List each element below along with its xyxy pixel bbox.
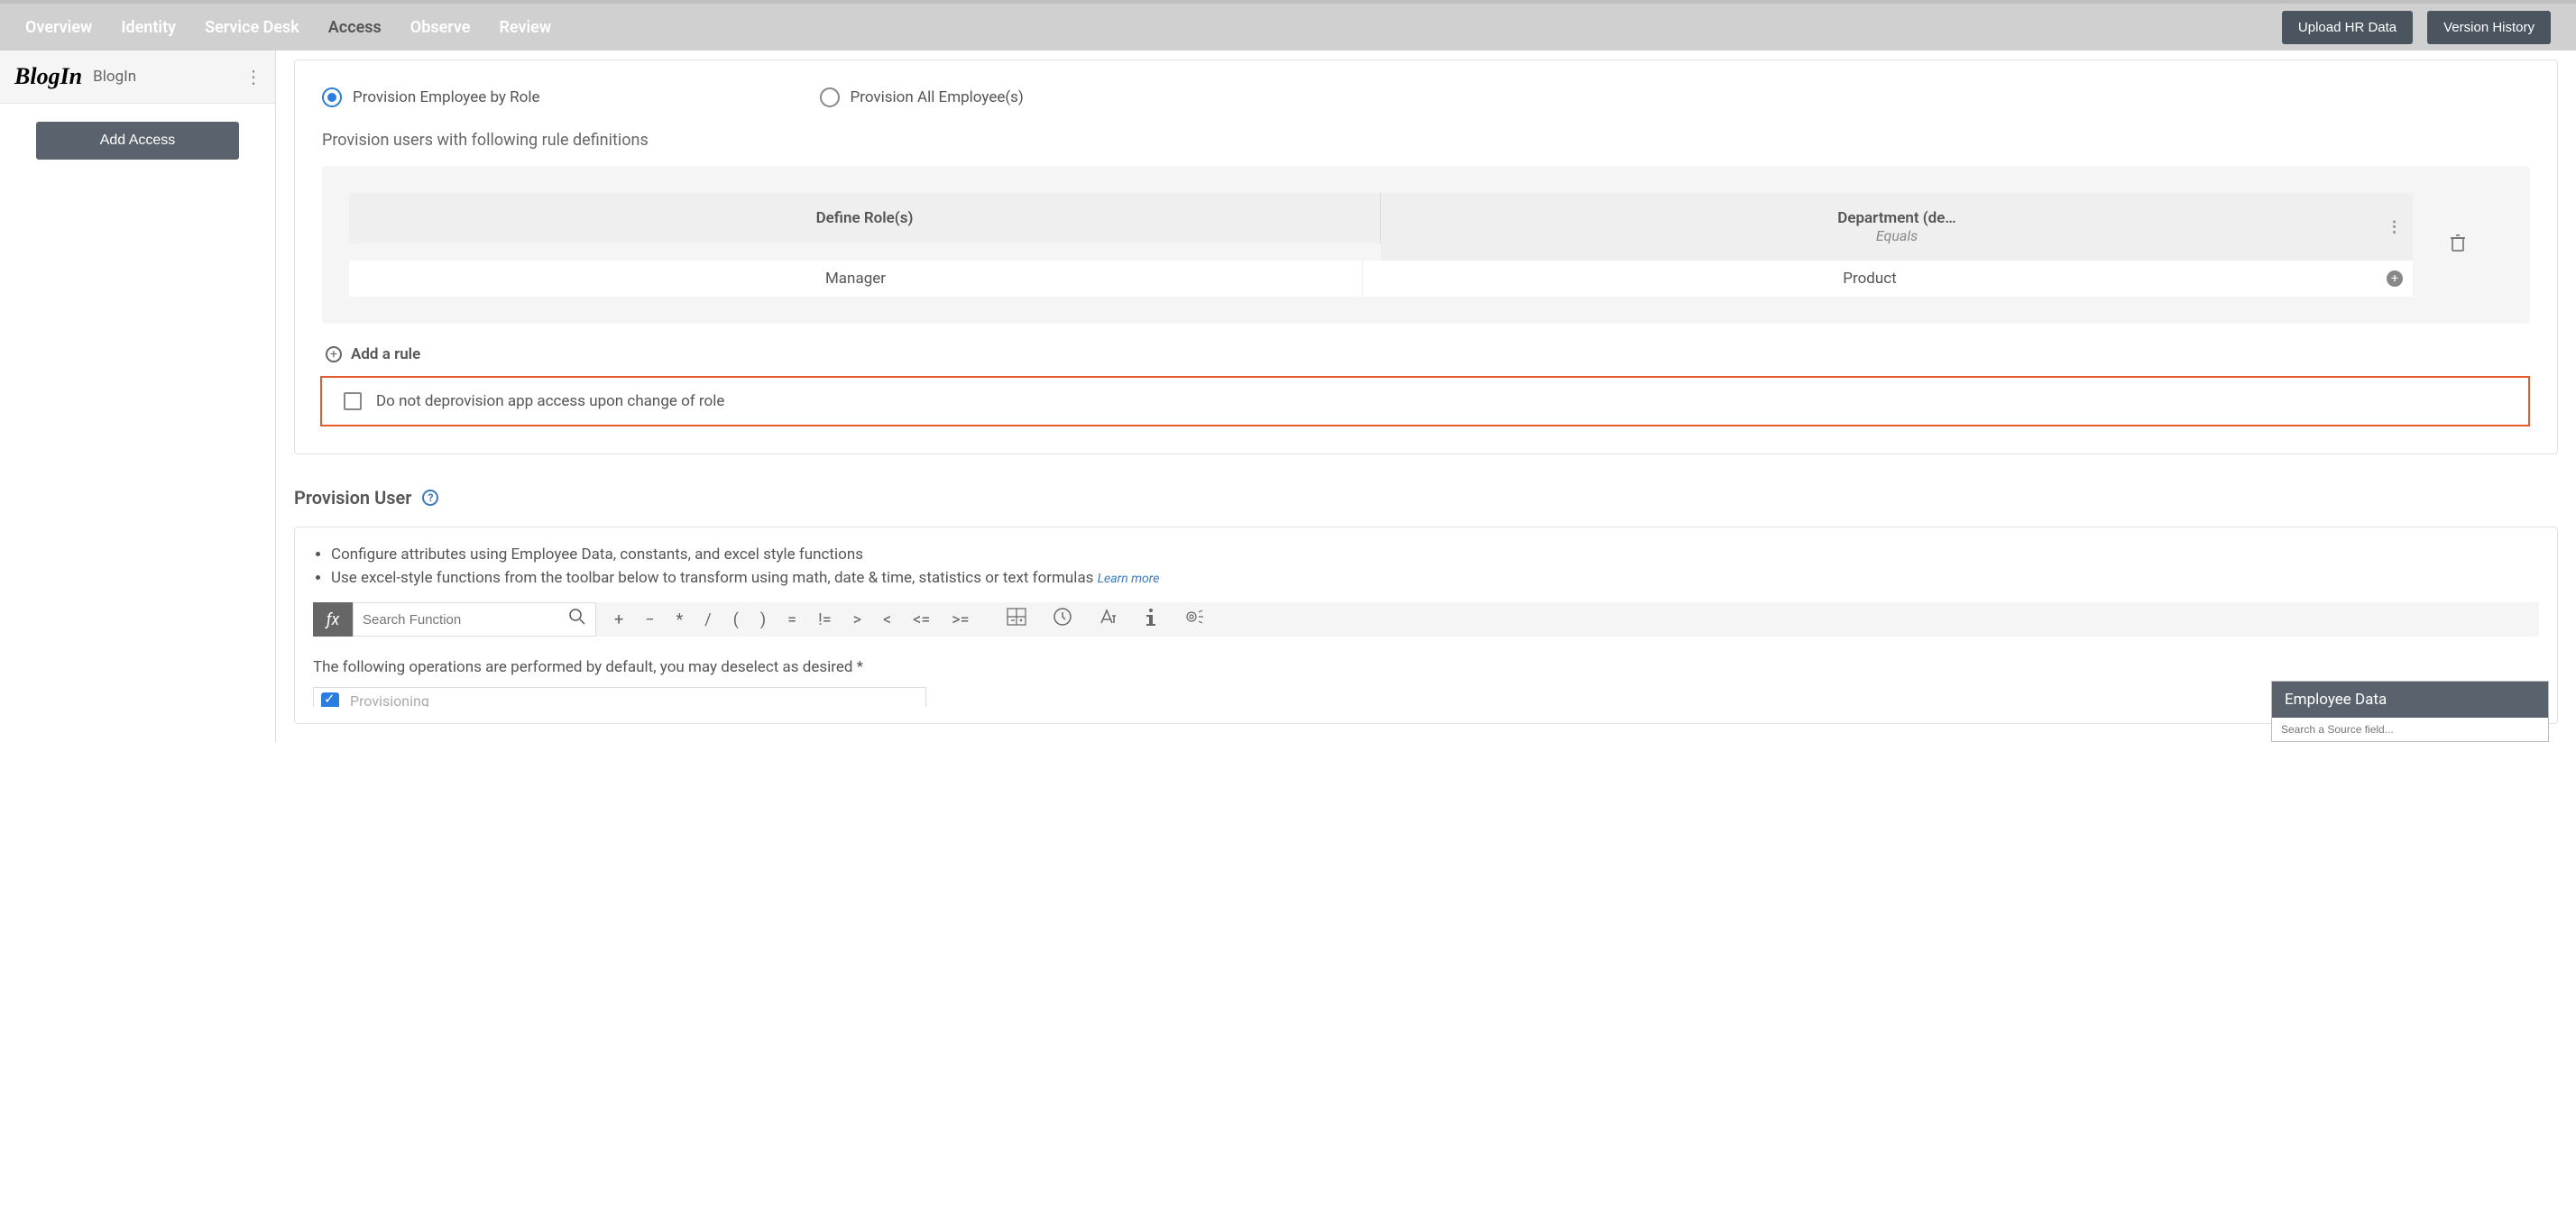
department-value-text: Product [1843, 270, 1896, 288]
add-condition-column: + [2377, 261, 2413, 297]
function-search-box [353, 602, 596, 637]
op-divide[interactable]: / [704, 610, 711, 629]
provision-rules-panel: Provision Employee by Role Provision All… [294, 60, 2558, 454]
tab-overview[interactable]: Overview [25, 5, 92, 50]
info-icon[interactable] [1143, 607, 1159, 632]
op-lte[interactable]: <= [913, 610, 930, 629]
employee-data-panel: Employee Data [2271, 681, 2549, 742]
provision-user-section-title: Provision User ? [294, 487, 2558, 509]
sidebar-kebab-icon[interactable]: ⋮ [244, 66, 261, 87]
provision-user-panel: Configure attributes using Employee Data… [294, 527, 2558, 724]
add-access-button[interactable]: Add Access [36, 122, 239, 160]
fx-icon[interactable]: ƒx [313, 602, 353, 637]
help-icon[interactable]: ? [422, 490, 438, 506]
learn-more-link[interactable]: Learn more [1098, 572, 1160, 586]
provisioning-label: Provisioning [350, 692, 429, 707]
add-rule-label: Add a rule [351, 345, 420, 363]
employee-data-header: Employee Data [2272, 682, 2548, 718]
app-name-label: BlogIn [93, 68, 136, 86]
math-icon[interactable] [1006, 607, 1027, 632]
op-gte[interactable]: >= [952, 610, 969, 629]
employee-data-search-input[interactable] [2272, 718, 2548, 741]
op-multiply[interactable]: * [676, 610, 684, 629]
function-toolbar: ƒx + − * / ( ) = != > < [313, 602, 2539, 637]
function-search-input[interactable] [363, 612, 568, 628]
radio-provision-all[interactable]: Provision All Employee(s) [820, 87, 1024, 107]
sidebar-body: Add Access [0, 104, 275, 178]
delete-rule-column [2413, 193, 2503, 297]
add-condition-icon[interactable]: + [2387, 270, 2403, 287]
department-header-text: Department (de… [1837, 209, 1955, 227]
plus-circle-icon: + [326, 346, 342, 362]
instruction-item: Configure attributes using Employee Data… [331, 544, 2539, 567]
tab-access[interactable]: Access [328, 5, 382, 50]
op-gt[interactable]: > [853, 610, 861, 629]
settings-icon[interactable] [1184, 607, 1206, 632]
clock-icon[interactable] [1053, 607, 1072, 632]
department-operator-text: Equals [1837, 227, 1955, 244]
deprovision-checkbox-label: Do not deprovision app access upon chang… [376, 392, 724, 410]
provision-mode-radios: Provision Employee by Role Provision All… [322, 87, 2530, 107]
radio-label: Provision All Employee(s) [851, 88, 1024, 106]
rule-department-value[interactable]: Product [1363, 261, 2377, 297]
search-icon[interactable] [568, 608, 586, 631]
page-layout: BlogIn BlogIn ⋮ Add Access Provision Emp… [0, 50, 2576, 742]
op-plus[interactable]: + [614, 610, 623, 629]
version-history-button[interactable]: Version History [2427, 11, 2551, 44]
highlighted-checkbox-section: Do not deprovision app access upon chang… [320, 376, 2530, 426]
rule-col-roles-header: Define Role(s) [349, 193, 1381, 243]
add-rule-button[interactable]: + Add a rule [326, 345, 2530, 363]
tab-review[interactable]: Review [499, 5, 551, 50]
sidebar-header: BlogIn BlogIn ⋮ [0, 50, 275, 104]
op-neq[interactable]: != [818, 610, 832, 629]
operator-buttons: + − * / ( ) = != > < <= >= [596, 610, 988, 629]
deprovision-checkbox-row[interactable]: Do not deprovision app access upon chang… [344, 392, 2507, 410]
provisioning-operation-row[interactable]: Provisioning [313, 687, 926, 707]
default-operations-label: The following operations are performed b… [313, 658, 2539, 676]
trash-icon[interactable] [2450, 234, 2466, 256]
main-header: Overview Identity Service Desk Access Ob… [0, 4, 2576, 50]
radio-selected-icon [322, 87, 342, 107]
tab-service-desk[interactable]: Service Desk [205, 5, 299, 50]
text-icon[interactable] [1098, 607, 1118, 632]
header-actions: Upload HR Data Version History [2282, 11, 2551, 44]
sidebar: BlogIn BlogIn ⋮ Add Access [0, 50, 276, 742]
tab-identity[interactable]: Identity [121, 5, 176, 50]
radio-provision-by-role[interactable]: Provision Employee by Role [322, 87, 540, 107]
checkbox-unchecked-icon[interactable] [344, 392, 362, 410]
instructions-list: Configure attributes using Employee Data… [331, 544, 2539, 590]
rule-description: Provision users with following rule defi… [322, 131, 2530, 150]
op-lparen[interactable]: ( [733, 610, 739, 629]
op-lt[interactable]: < [883, 610, 891, 629]
column-kebab-icon[interactable]: ⋮ [2387, 218, 2402, 236]
category-icons [1006, 607, 1206, 632]
rule-role-value[interactable]: Manager [349, 261, 1363, 297]
op-minus[interactable]: − [645, 610, 654, 629]
op-rparen[interactable]: ) [760, 610, 766, 629]
upload-hr-data-button[interactable]: Upload HR Data [2282, 11, 2413, 44]
radio-unselected-icon [820, 87, 840, 107]
rule-container: Define Role(s) Department (de… Equals ⋮ [322, 166, 2530, 324]
rule-col-department-header: Department (de… Equals ⋮ [1381, 193, 2413, 261]
op-eq[interactable]: = [787, 610, 796, 629]
checkbox-checked-icon[interactable] [321, 692, 339, 708]
main-content: Provision Employee by Role Provision All… [276, 50, 2576, 742]
app-logo: BlogIn [14, 63, 82, 90]
tab-observe[interactable]: Observe [410, 5, 471, 50]
tab-bar: Overview Identity Service Desk Access Ob… [25, 5, 551, 50]
instruction-text: Use excel-style functions from the toolb… [331, 569, 1093, 587]
section-title-text: Provision User [294, 487, 411, 509]
radio-label: Provision Employee by Role [353, 88, 540, 106]
instruction-item: Use excel-style functions from the toolb… [331, 567, 2539, 591]
